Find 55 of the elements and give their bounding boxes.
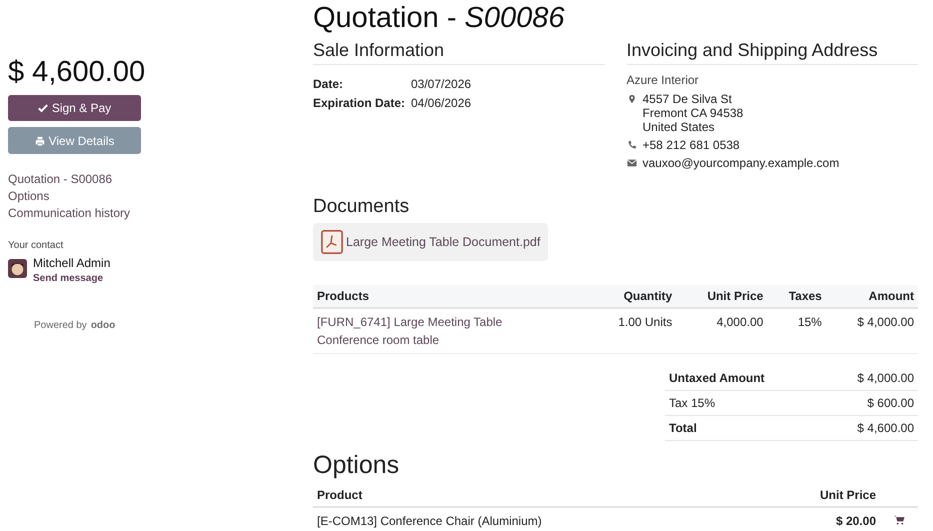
send-message-link[interactable]: Send message [33,273,104,284]
column-header: Products [313,285,588,308]
contact-detail: 4557 De Silva St [642,92,733,106]
company-name: Azure Interior [626,72,700,88]
column-header: Unit Price [676,285,768,308]
contact-detail: Fremont CA 94538 [642,106,744,120]
nav-link[interactable]: Options [8,189,141,203]
envelope-icon [626,158,636,168]
contact-detail: +58 212 681 0538 [642,138,740,152]
pdf-icon [321,230,343,254]
check-icon [38,103,48,113]
contact-detail: vauxoo@yourcompany.example.com [642,156,840,170]
contact-detail: United States [642,120,716,134]
nav-link[interactable]: Communication history [8,206,141,220]
field-label: Date: [313,76,344,93]
table-cell: [E-COM13] Conference Chair (Aluminium) [313,507,758,531]
page-title: Quotation - S00086 [313,1,566,36]
field-label: Expiration Date: [313,95,406,112]
product-description: Conference room table [317,332,440,349]
column-header: Quantity [588,285,676,308]
field-value: 04/06/2026 [411,95,472,112]
table-cell: $ 4,000.00 [826,308,918,354]
total-label: Tax 15% [669,396,716,410]
table-cell: 15% [767,308,826,354]
powered-by-text: Powered by [34,320,87,331]
total-value: $ 600.00 [867,396,914,410]
map-pin-icon [626,94,636,104]
phone-icon [626,140,636,150]
total-amount: $ 4,600.00 [8,55,146,89]
contact-heading: Your contact [8,240,64,251]
printer-icon [34,136,45,146]
action-button[interactable]: Sign & Pay [8,95,141,121]
column-header: Product [313,484,758,507]
avatar-icon [8,259,27,278]
total-value: $ 4,000.00 [857,371,914,385]
section-heading: Options [313,451,400,480]
cart-icon[interactable] [894,515,904,525]
table-cell: $ 20.00 [758,507,880,531]
field-value: 03/07/2026 [411,76,472,93]
column-header: Taxes [767,285,826,308]
contact-name: Mitchell Admin [33,256,110,270]
section-heading: Documents [313,196,410,218]
total-label: Untaxed Amount [669,371,765,385]
section-heading: Invoicing and Shipping Address [626,40,918,65]
nav-link[interactable]: Quotation - S00086 [8,172,141,186]
total-value: $ 4,600.00 [857,421,914,435]
total-label: Total [669,421,697,435]
document-link[interactable]: Large Meeting Table Document.pdf [313,223,548,261]
column-header: Amount [826,285,918,308]
product-name: [FURN_6741] Large Meeting Table [317,314,504,331]
column-header: Unit Price [758,484,880,507]
brand-link[interactable]: odoo [90,320,116,331]
section-heading: Sale Information [313,40,604,65]
table-cell: 4,000.00 [676,308,768,354]
table-cell: 1.00 Units [588,308,676,354]
